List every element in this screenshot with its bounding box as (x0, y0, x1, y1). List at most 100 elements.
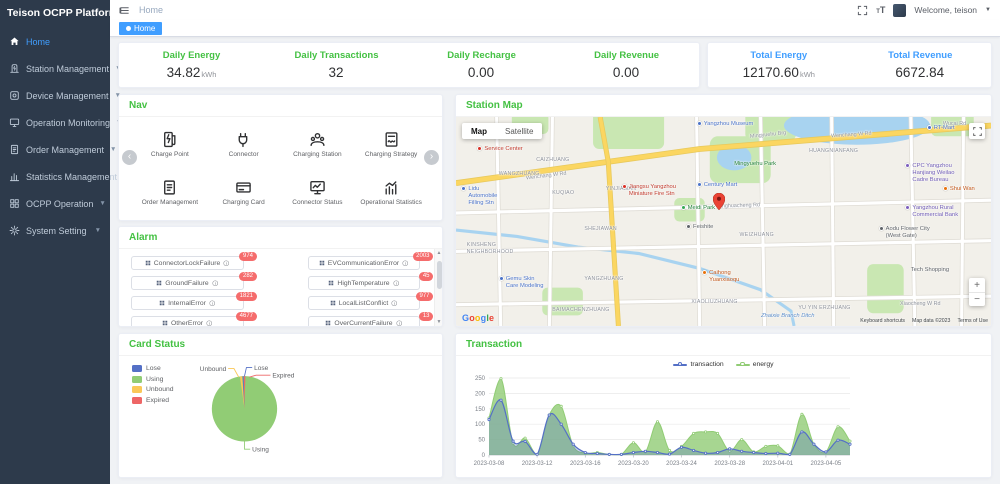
avatar[interactable] (893, 4, 906, 17)
satellite-button[interactable]: Satellite (496, 123, 542, 139)
tab-label: Home (134, 24, 155, 33)
order-management-icon (161, 179, 178, 196)
nav-shortcut-charge-point[interactable]: Charge Point (133, 131, 207, 158)
map-label: WEIZHUANG (740, 232, 774, 238)
nav-shortcut-order-management[interactable]: Order Management (133, 179, 207, 206)
sidebar-item-label: Home (26, 37, 50, 47)
alarm-count-badge: 974 (239, 252, 256, 261)
stat-total-energy: Total Energy12170.60kWh (708, 50, 849, 80)
legend-label: Lose (146, 365, 161, 372)
alarm-button-othererror[interactable]: OtherError (131, 316, 244, 326)
carousel-prev-button[interactable]: ‹ (122, 150, 137, 165)
alarm-button-connectorlockfailure[interactable]: ConnectorLockFailure (131, 256, 244, 270)
info-icon (402, 260, 409, 267)
sidebar-item-operation-monitoring[interactable]: Operation Monitoring▼ (0, 109, 110, 136)
sidebar: Teison OCPP Platform HomeStation Managem… (0, 0, 110, 484)
sidebar-item-label: Station Management (26, 64, 109, 74)
scrollbar-thumb[interactable] (437, 261, 442, 289)
nav-shortcut-operational-statistics[interactable]: Operational Statistics (354, 179, 428, 206)
map-label: KUQIAO (552, 190, 574, 196)
svg-text:Lose: Lose (254, 365, 269, 372)
user-menu[interactable]: Welcome, teison (914, 5, 977, 15)
sidebar-item-ocpp-operation[interactable]: OCPP Operation▼ (0, 190, 110, 217)
breadcrumb[interactable]: Home (139, 5, 163, 15)
sidebar-item-home[interactable]: Home (0, 28, 110, 55)
zoom-in-button[interactable]: + (969, 278, 985, 292)
sidebar-item-system-setting[interactable]: System Setting▼ (0, 217, 110, 244)
sidebar-item-device-management[interactable]: Device Management▼ (0, 82, 110, 109)
map-label: Gemu Skin Care Modeling (499, 276, 547, 290)
nav-shortcut-charging-station[interactable]: Charging Station (281, 131, 355, 158)
scroll-down-icon[interactable]: ▼ (435, 319, 442, 325)
alarm-button-internalerror[interactable]: InternalError (131, 296, 244, 310)
scroll-up-icon[interactable]: ▲ (435, 250, 442, 256)
google-map[interactable]: Yangzhou MuseumMingyuehu ParkMingyuehu B… (456, 117, 991, 326)
svg-text:250: 250 (475, 376, 486, 382)
tab-home[interactable]: Home (119, 22, 162, 35)
nav-panel-title: Nav (119, 95, 442, 117)
svg-text:2023-04-05: 2023-04-05 (811, 461, 842, 467)
zoom-out-button[interactable]: − (969, 292, 985, 306)
caret-down-icon[interactable]: ▼ (985, 7, 991, 13)
legend-item-expired[interactable]: Expired (132, 397, 174, 404)
station-map-panel: Station Map (455, 94, 992, 327)
map-type-control: Map Satellite (462, 123, 542, 139)
legend-item-using[interactable]: Using (132, 376, 174, 383)
map-label: Century Mart (697, 182, 738, 189)
svg-text:Using: Using (252, 447, 269, 454)
sidebar-item-station-management[interactable]: Station Management▼ (0, 55, 110, 82)
map-label: XIAOLIUZHUANG (691, 299, 737, 305)
tab-active-dot (126, 26, 131, 31)
connector-status-icon (309, 179, 326, 196)
nav-shortcut-charging-strategy[interactable]: Charging Strategy (354, 131, 428, 158)
info-icon (391, 300, 398, 307)
keyboard-shortcuts-link[interactable]: Keyboard shortcuts (860, 318, 905, 324)
sidebar-item-label: OCPP Operation (26, 199, 93, 209)
transaction-chart: transactionenergy 0501001502002502023-03… (456, 356, 991, 477)
alarm-scrollbar[interactable]: ▲ ▼ (434, 249, 442, 326)
nav-shortcut-charging-card[interactable]: Charging Card (207, 179, 281, 206)
fullscreen-icon[interactable] (857, 5, 868, 16)
legend-swatch (132, 386, 142, 393)
google-logo[interactable]: Google (462, 313, 494, 323)
nav-shortcut-connector[interactable]: Connector (207, 131, 281, 158)
stat-daily-revenue: Daily Revenue0.00 (554, 50, 699, 80)
svg-text:2023-03-08: 2023-03-08 (474, 461, 505, 467)
station-icon (9, 63, 20, 74)
terms-link[interactable]: Terms of Use (957, 318, 988, 324)
alarm-count-badge: 13 (419, 312, 433, 321)
info-icon (223, 260, 230, 267)
alarm-button-overcurrentfailure[interactable]: OverCurrentFailure (308, 316, 421, 326)
legend-item-unbound[interactable]: Unbound (132, 386, 174, 393)
legend-item-energy[interactable]: energy (736, 361, 774, 368)
map-button[interactable]: Map (462, 123, 496, 139)
alarm-button-evcommunicationerror[interactable]: EVCommunicationError (308, 256, 421, 270)
font-size-icon[interactable]: TT (876, 5, 885, 15)
nav-shortcut-label: Charging Strategy (365, 151, 417, 158)
transaction-title: Transaction (456, 334, 991, 356)
navbar-right: TT Welcome, teison ▼ (857, 4, 991, 17)
svg-text:0: 0 (482, 453, 486, 459)
svg-text:100: 100 (475, 422, 486, 428)
alarm-button-locallistconflict[interactable]: LocalListConflict (308, 296, 421, 310)
nav-shortcut-label: Operational Statistics (360, 199, 421, 206)
alarm-button-groundfailure[interactable]: GroundFailure (131, 276, 244, 290)
legend-item-lose[interactable]: Lose (132, 365, 174, 372)
sidebar-item-statistics-management[interactable]: Statistics Management▼ (0, 163, 110, 190)
legend-item-transaction[interactable]: transaction (673, 361, 723, 368)
map-label: Lidu Automobile Filling Stn (461, 186, 507, 207)
stat-daily-energy: Daily Energy34.82kWh (119, 50, 264, 80)
map-fullscreen-button[interactable] (969, 123, 985, 139)
nav-shortcut-label: Charging Card (222, 199, 264, 206)
carousel-next-button[interactable]: › (424, 150, 439, 165)
stats-row: Daily Energy34.82kWhDaily Transactions32… (118, 42, 992, 88)
alarm-panel: Alarm ConnectorLockFailure974EVCommunica… (118, 226, 443, 327)
alarm-item: InternalError1821 (131, 296, 244, 310)
alarm-button-hightemperature[interactable]: HighTemperature (308, 276, 421, 290)
alarm-item: ConnectorLockFailure974 (131, 256, 244, 270)
station-marker-icon[interactable] (713, 193, 725, 210)
alarm-count-badge: 4677 (236, 312, 256, 321)
hamburger-icon[interactable] (119, 5, 130, 16)
nav-shortcut-connector-status[interactable]: Connector Status (281, 179, 355, 206)
sidebar-item-order-management[interactable]: Order Management▼ (0, 136, 110, 163)
